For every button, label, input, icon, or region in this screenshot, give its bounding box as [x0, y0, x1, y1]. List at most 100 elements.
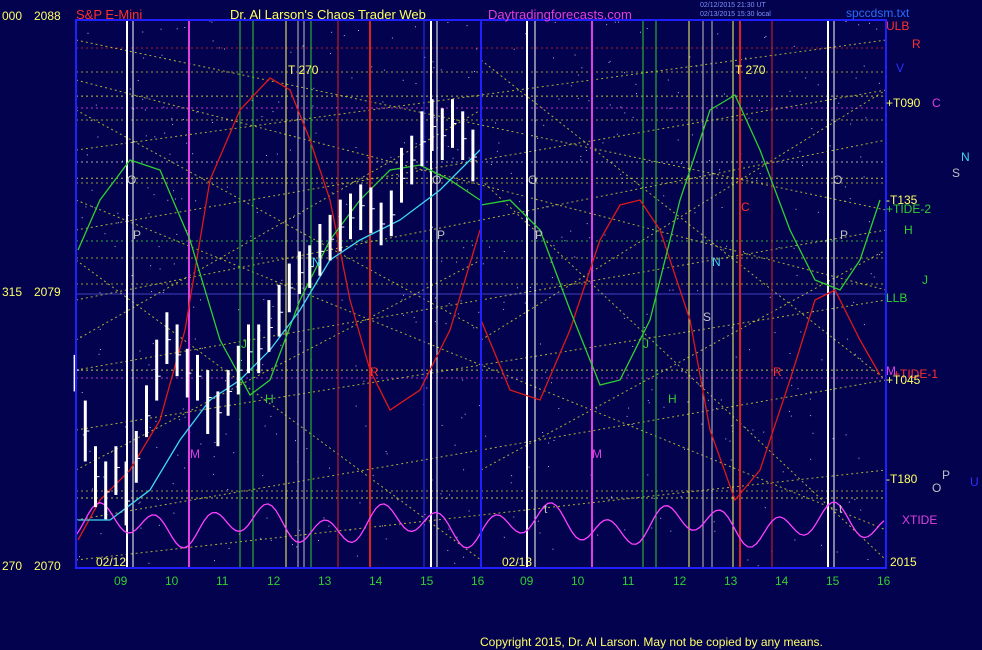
- star: [870, 273, 872, 275]
- star: [161, 54, 163, 56]
- star: [85, 206, 87, 208]
- label-p: P: [942, 468, 951, 482]
- star: [730, 459, 732, 461]
- star: [551, 277, 553, 279]
- star: [778, 247, 780, 248]
- star: [151, 291, 152, 293]
- star: [789, 90, 791, 92]
- star: [391, 37, 393, 39]
- star: [763, 431, 765, 433]
- star: [847, 338, 849, 340]
- star: [457, 149, 459, 151]
- marker-t270-a: T 270: [288, 63, 319, 77]
- star: [811, 128, 813, 130]
- star: [299, 213, 301, 215]
- marker-o3: O: [528, 173, 538, 187]
- star: [810, 391, 812, 393]
- marker-t270-b: T 270: [735, 63, 766, 77]
- star: [351, 77, 353, 79]
- star: [602, 142, 604, 144]
- star: [708, 160, 710, 161]
- star: [456, 180, 458, 182]
- star: [490, 163, 492, 165]
- star: [680, 163, 682, 164]
- star: [355, 147, 357, 148]
- star: [471, 244, 473, 246]
- star: [382, 525, 383, 527]
- star: [810, 415, 812, 417]
- star: [461, 417, 463, 419]
- marker-j1: J: [241, 337, 247, 351]
- star: [503, 251, 505, 252]
- star: [627, 374, 629, 376]
- marker-m2: M: [592, 447, 602, 461]
- x-tick-label: 10: [165, 574, 179, 588]
- star: [720, 399, 722, 401]
- star: [510, 482, 512, 484]
- star: [293, 217, 294, 218]
- star: [769, 296, 771, 298]
- star: [403, 294, 404, 296]
- star: [152, 343, 154, 345]
- star: [570, 230, 572, 232]
- star: [548, 442, 550, 444]
- star: [849, 198, 851, 200]
- star: [145, 135, 147, 137]
- star: [315, 132, 317, 134]
- star: [631, 424, 633, 425]
- star: [812, 432, 814, 434]
- star: [302, 287, 304, 289]
- star: [647, 400, 649, 401]
- label-r: R: [912, 37, 921, 51]
- star: [182, 408, 184, 410]
- marker-j2: J: [643, 337, 649, 351]
- star: [281, 279, 283, 281]
- star: [176, 233, 178, 235]
- star: [832, 438, 834, 440]
- date-label-right: 02/13: [502, 555, 533, 569]
- star: [158, 498, 159, 500]
- star: [577, 98, 579, 100]
- star: [595, 408, 597, 410]
- star: [148, 213, 150, 215]
- star: [153, 194, 155, 196]
- timestamp-1: 02/12/2015 21:30 UT: [700, 2, 766, 9]
- star: [146, 97, 148, 99]
- site-link[interactable]: Daytradingforecasts.com: [488, 8, 632, 21]
- star: [789, 353, 791, 354]
- star: [545, 371, 547, 373]
- star: [323, 517, 325, 519]
- star: [663, 195, 665, 197]
- star: [581, 67, 583, 69]
- star: [524, 302, 526, 304]
- star: [211, 122, 213, 123]
- star: [448, 528, 450, 530]
- star: [528, 466, 530, 468]
- star: [278, 101, 280, 103]
- star: [719, 169, 721, 171]
- marker-r2: R: [773, 365, 782, 379]
- star: [415, 83, 417, 84]
- star: [318, 540, 319, 541]
- star: [620, 173, 622, 175]
- star: [498, 142, 500, 144]
- star: [479, 405, 481, 407]
- star: [441, 424, 443, 426]
- star: [211, 21, 213, 23]
- star: [89, 450, 91, 452]
- star: [147, 187, 149, 189]
- star: [415, 321, 417, 323]
- label-n: N: [961, 150, 970, 164]
- y-bot-label: 2070: [34, 559, 61, 573]
- star: [290, 51, 292, 53]
- star: [543, 124, 545, 126]
- star: [114, 245, 116, 247]
- star: [863, 324, 865, 326]
- star: [817, 211, 819, 213]
- star: [489, 246, 490, 248]
- star: [669, 107, 671, 109]
- star: [184, 416, 186, 418]
- star: [606, 24, 608, 26]
- star: [259, 253, 261, 255]
- x-tick-label: 15: [420, 574, 434, 588]
